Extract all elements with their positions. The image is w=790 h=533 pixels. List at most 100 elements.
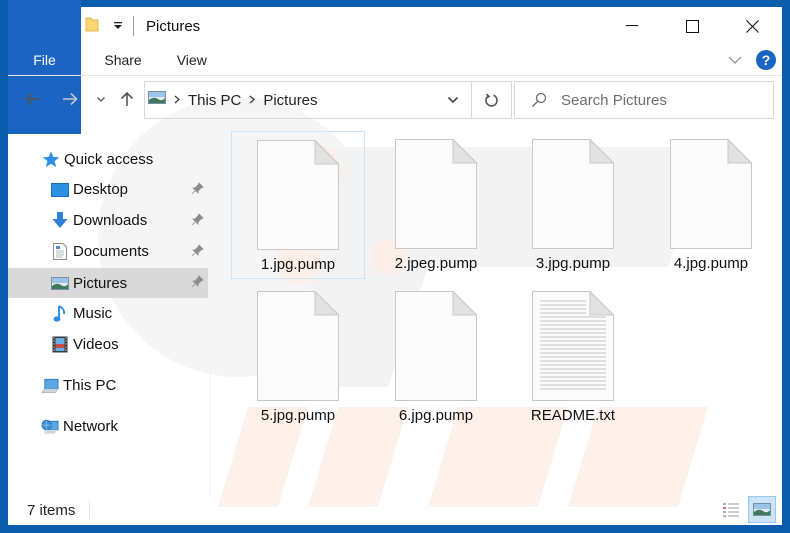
- documents-icon: [51, 243, 69, 261]
- address-history-dropdown[interactable]: [435, 82, 471, 118]
- expand-ribbon-button[interactable]: [728, 51, 742, 69]
- close-icon: [745, 19, 759, 33]
- file-name: README.txt: [530, 407, 616, 424]
- window-title: Pictures: [146, 17, 201, 35]
- chevron-down-icon: [728, 56, 742, 64]
- sidebar-label: Quick access: [64, 151, 154, 168]
- status-divider: [89, 501, 91, 519]
- recent-locations-button[interactable]: [90, 88, 112, 110]
- tab-view[interactable]: View: [163, 45, 228, 75]
- new-folder-icon[interactable]: [85, 15, 99, 37]
- file-item[interactable]: 6.jpg.pump: [369, 283, 503, 431]
- pin-icon[interactable]: [191, 182, 204, 199]
- file-explorer-window: Pictures File Home Share View ?: [8, 0, 782, 525]
- sidebar-label: Pictures: [73, 274, 128, 292]
- pictures-icon: [51, 274, 69, 292]
- navigation-bar: This PC Pictures: [8, 75, 782, 123]
- blank-file-icon: [532, 139, 614, 249]
- up-button[interactable]: [116, 88, 138, 110]
- sidebar-label: Downloads: [73, 212, 148, 229]
- close-button[interactable]: [722, 7, 782, 45]
- large-icons-view-icon: [753, 503, 771, 516]
- details-view-icon: [723, 502, 739, 517]
- maximize-button[interactable]: [662, 7, 722, 45]
- breadcrumb-this-pc[interactable]: This PC: [188, 92, 241, 109]
- file-list: 1.jpg.pump 2.jpeg.pump 3.jpg.pump 4.jpg.…: [212, 123, 782, 495]
- blank-file-icon: [257, 140, 339, 250]
- pin-icon[interactable]: [191, 244, 204, 261]
- minimize-button[interactable]: [602, 7, 662, 45]
- file-item[interactable]: 5.jpg.pump: [231, 283, 365, 431]
- address-bar[interactable]: This PC Pictures: [144, 81, 472, 119]
- customize-toolbar-dropdown-icon[interactable]: [113, 17, 123, 35]
- star-icon: [42, 151, 60, 169]
- toolbar-divider: [133, 16, 134, 36]
- videos-icon: [51, 336, 69, 354]
- sidebar-item-quick-access[interactable]: Quick access: [8, 145, 208, 174]
- file-item[interactable]: 1.jpg.pump: [231, 131, 365, 279]
- file-item[interactable]: 3.jpg.pump: [506, 131, 640, 279]
- search-input[interactable]: [561, 91, 761, 109]
- blank-file-icon: [395, 139, 477, 249]
- sidebar-item-music[interactable]: Music: [8, 299, 208, 328]
- sidebar-label: Documents: [73, 243, 149, 260]
- ribbon-right-controls: ?: [728, 45, 776, 75]
- desktop-icon: [51, 181, 69, 199]
- status-bar: 7 items: [8, 495, 782, 525]
- sidebar-item-desktop[interactable]: Desktop: [8, 175, 208, 204]
- chevron-down-icon: [447, 96, 459, 104]
- pin-icon[interactable]: [191, 275, 204, 292]
- blank-file-icon: [257, 291, 339, 401]
- blank-file-icon: [395, 291, 477, 401]
- navigation-pane: Quick access Desktop Downloads Documents…: [8, 123, 211, 495]
- downloads-icon: [51, 212, 69, 230]
- tab-share[interactable]: Share: [83, 45, 162, 75]
- computer-icon: [41, 377, 59, 395]
- pictures-location-icon: [148, 91, 166, 109]
- forward-button[interactable]: [59, 88, 81, 110]
- sidebar-label: Desktop: [73, 181, 129, 198]
- sidebar-label: Videos: [73, 336, 119, 353]
- search-icon: [532, 92, 547, 107]
- search-box[interactable]: [514, 81, 774, 119]
- breadcrumb-separator-icon[interactable]: [174, 91, 181, 109]
- arrow-right-icon: [63, 92, 78, 106]
- music-icon: [51, 304, 69, 323]
- details-view-button[interactable]: [717, 496, 745, 523]
- sidebar-item-pictures[interactable]: Pictures: [8, 268, 208, 298]
- chevron-down-icon: [96, 96, 106, 102]
- file-item[interactable]: README.txt: [506, 283, 640, 431]
- breadcrumb-pictures[interactable]: Pictures: [263, 92, 317, 109]
- back-button[interactable]: [22, 88, 44, 110]
- item-count: 7 items: [27, 501, 76, 519]
- title-bar: Pictures: [8, 7, 782, 45]
- sidebar-item-documents[interactable]: Documents: [8, 237, 208, 266]
- file-item[interactable]: 2.jpeg.pump: [369, 131, 503, 279]
- refresh-icon: [485, 92, 498, 107]
- file-name: 4.jpg.pump: [673, 255, 749, 272]
- text-file-icon: [532, 291, 614, 401]
- sidebar-label: This PC: [63, 377, 117, 394]
- maximize-icon: [685, 19, 699, 33]
- file-name: 5.jpg.pump: [260, 407, 336, 424]
- sidebar-label: Network: [63, 418, 119, 435]
- view-switcher: [717, 496, 776, 523]
- refresh-button[interactable]: [472, 81, 512, 119]
- ribbon-tabs: File Home Share View ?: [8, 0, 782, 134]
- large-icons-view-button[interactable]: [748, 496, 776, 523]
- blank-file-icon: [670, 139, 752, 249]
- minimize-icon: [626, 25, 638, 26]
- network-icon: [41, 418, 59, 436]
- file-item[interactable]: 4.jpg.pump: [644, 131, 778, 279]
- pin-icon[interactable]: [191, 213, 204, 230]
- sidebar-item-network[interactable]: Network: [8, 412, 208, 441]
- sidebar-item-downloads[interactable]: Downloads: [8, 206, 208, 235]
- file-name: 2.jpeg.pump: [394, 255, 478, 272]
- breadcrumb-separator-icon[interactable]: [249, 91, 256, 109]
- help-button[interactable]: ?: [756, 50, 776, 70]
- window-controls: [602, 7, 782, 45]
- arrow-left-icon: [25, 92, 40, 106]
- sidebar-item-videos[interactable]: Videos: [8, 330, 208, 359]
- sidebar-label: Music: [73, 305, 113, 322]
- sidebar-item-this-pc[interactable]: This PC: [8, 371, 208, 400]
